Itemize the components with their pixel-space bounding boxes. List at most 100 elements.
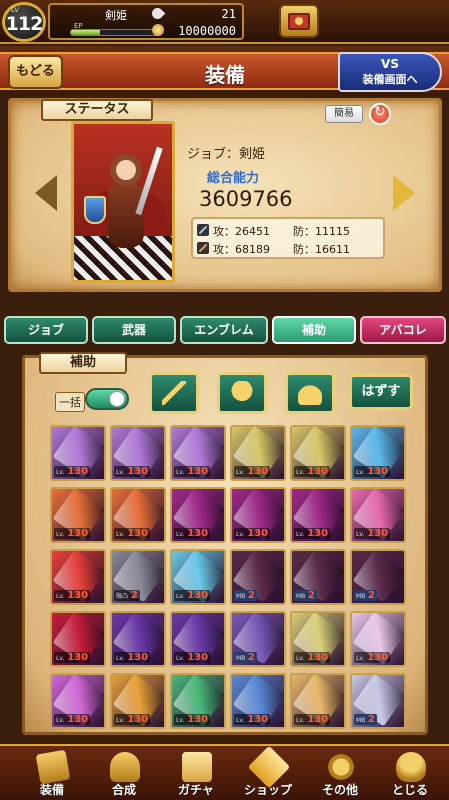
level-badge: Lv. 130 bbox=[114, 466, 151, 477]
support-item-slot[interactable]: Lv. 130 bbox=[170, 487, 226, 543]
nav-other[interactable]: その他 bbox=[308, 750, 372, 798]
simple-view-button[interactable]: 簡易 bbox=[325, 105, 363, 123]
support-item-slot[interactable]: MB 2 bbox=[290, 549, 346, 605]
status-panel: ステータス 簡易 ジョブ：剣姫 総合能力 3609766 攻：26451 防：1… bbox=[8, 98, 442, 292]
badge-value: 130 bbox=[127, 466, 149, 477]
tab-emblem[interactable]: エンブレム bbox=[180, 316, 268, 344]
badge-prefix: Lv. bbox=[116, 655, 125, 662]
support-item-slot[interactable]: Lv. 130 bbox=[290, 425, 346, 481]
next-character-arrow[interactable] bbox=[393, 175, 415, 211]
nav-forge[interactable]: 合成 bbox=[92, 750, 156, 798]
toggle-knob bbox=[109, 391, 125, 407]
level-badge: Lv. 130 bbox=[174, 714, 211, 725]
support-item-slot[interactable]: Lv. 130 bbox=[50, 673, 106, 729]
support-item-slot[interactable]: Lv. 130 bbox=[350, 487, 406, 543]
badge-prefix: Lv. bbox=[56, 655, 65, 662]
back-button[interactable]: もどる bbox=[8, 55, 63, 89]
hammer-icon bbox=[110, 752, 140, 782]
character-body bbox=[108, 184, 144, 248]
level-badge: Lv. 130 bbox=[114, 528, 151, 539]
tab-avatar-collection[interactable]: アバコレ bbox=[360, 316, 446, 344]
support-section-label: 補助 bbox=[39, 352, 127, 374]
level-value: 112 bbox=[5, 13, 44, 35]
character-portrait[interactable] bbox=[71, 121, 175, 283]
badge-prefix: Lv. bbox=[176, 717, 185, 724]
tab-support[interactable]: 補助 bbox=[272, 316, 356, 344]
badge-prefix: Lv. bbox=[176, 531, 185, 538]
level-badge: Lv. 130 bbox=[174, 466, 211, 477]
stats-box: 攻：26451 防：11115 攻：68189 防：16611 bbox=[191, 217, 385, 259]
level-badge: Lv. 130 bbox=[54, 590, 91, 601]
badge-prefix: Lv. bbox=[176, 593, 185, 600]
badge-prefix: Lv. bbox=[116, 469, 125, 476]
nav-shop[interactable]: ショップ bbox=[236, 745, 300, 798]
support-item-slot[interactable]: Lv. 130 bbox=[110, 487, 166, 543]
support-item-slot[interactable]: MB 2 bbox=[230, 549, 286, 605]
nav-gacha-label: ガチャ bbox=[178, 783, 214, 797]
mb-badge: MB 2 bbox=[234, 652, 257, 663]
badge-value: 130 bbox=[127, 652, 149, 663]
magic-stat-row: 攻：68189 防：16611 bbox=[197, 239, 383, 256]
physical-attack-icon bbox=[197, 224, 209, 236]
badge-value: 130 bbox=[307, 466, 329, 477]
refresh-icon[interactable] bbox=[369, 103, 391, 125]
equipment-tabs: ジョブ 武器 エンブレム 補助 アバコレ bbox=[0, 316, 449, 346]
support-item-slot[interactable]: Lv. 130 bbox=[290, 673, 346, 729]
badge-value: 130 bbox=[247, 466, 269, 477]
support-item-slot[interactable]: Lv. 130 bbox=[290, 487, 346, 543]
stamina-value: 21 bbox=[221, 7, 236, 21]
support-item-slot[interactable]: Lv. 130 bbox=[50, 487, 106, 543]
level-badge: LV 112 bbox=[2, 2, 46, 42]
level-badge: Lv. 130 bbox=[174, 528, 211, 539]
support-item-slot[interactable]: Lv. 130 bbox=[170, 673, 226, 729]
quest-book-button[interactable] bbox=[279, 4, 319, 38]
support-item-slot[interactable]: Lv. 130 bbox=[170, 611, 226, 667]
filter-weapon-button[interactable] bbox=[149, 372, 199, 414]
support-item-slot[interactable]: Lv. 130 bbox=[110, 425, 166, 481]
remove-button[interactable]: はずす bbox=[349, 374, 413, 410]
gacha-icon bbox=[182, 752, 212, 782]
tab-weapon[interactable]: 武器 bbox=[92, 316, 176, 344]
filter-helmet-button[interactable] bbox=[285, 372, 335, 414]
support-item-slot[interactable]: MB 2 bbox=[350, 549, 406, 605]
badge-prefix: Lv. bbox=[56, 531, 65, 538]
bulk-label: 一括 bbox=[55, 392, 85, 412]
support-item-slot[interactable]: MB 2 bbox=[230, 611, 286, 667]
level-badge: Lv. 130 bbox=[174, 652, 211, 663]
support-item-slot[interactable]: Lv. 130 bbox=[110, 611, 166, 667]
badge-prefix: Lv. bbox=[236, 717, 245, 724]
support-item-slot[interactable]: Lv. 130 bbox=[350, 611, 406, 667]
support-item-slot[interactable]: Lv. 130 bbox=[50, 611, 106, 667]
support-item-slot[interactable]: Lv. 130 bbox=[230, 487, 286, 543]
support-item-slot[interactable]: Lv. 130 bbox=[50, 549, 106, 605]
level-badge: Lv. 130 bbox=[294, 714, 331, 725]
bottom-navigation: 装備 合成 ガチャ ショップ その他 とじる bbox=[0, 744, 449, 800]
nav-close[interactable]: とじる bbox=[378, 750, 442, 798]
support-item-slot[interactable]: Lv. 130 bbox=[170, 425, 226, 481]
nav-equip[interactable]: 装備 bbox=[20, 749, 84, 798]
nav-gacha[interactable]: ガチャ bbox=[164, 750, 228, 798]
vs-equipment-button[interactable]: VS 装備画面へ bbox=[338, 52, 442, 92]
badge-value: 130 bbox=[67, 466, 89, 477]
support-item-slot[interactable]: Lv. 130 bbox=[230, 425, 286, 481]
nav-equip-label: 装備 bbox=[39, 783, 64, 797]
support-item-slot[interactable]: Lv. 130 bbox=[170, 549, 226, 605]
nav-close-label: とじる bbox=[391, 783, 428, 797]
support-item-slot[interactable]: Lv. 130 bbox=[50, 425, 106, 481]
filter-armor-button[interactable] bbox=[217, 372, 267, 414]
support-item-slot[interactable]: Lv. 130 bbox=[290, 611, 346, 667]
support-item-slot[interactable]: 限凸 2 bbox=[110, 549, 166, 605]
bulk-toggle[interactable] bbox=[85, 388, 129, 410]
player-name: 剣姫 bbox=[105, 9, 127, 22]
mb-badge: MB 2 bbox=[354, 590, 377, 601]
support-item-slot[interactable]: Lv. 130 bbox=[110, 673, 166, 729]
armor-icon bbox=[230, 381, 254, 405]
level-badge: Lv. 130 bbox=[294, 466, 331, 477]
tab-job[interactable]: ジョブ bbox=[4, 316, 88, 344]
support-item-slot[interactable]: MB 2 bbox=[350, 673, 406, 729]
badge-prefix: Lv. bbox=[356, 655, 365, 662]
prev-character-arrow[interactable] bbox=[35, 175, 57, 211]
support-item-slot[interactable]: Lv. 130 bbox=[230, 673, 286, 729]
badge-prefix: Lv. bbox=[56, 717, 65, 724]
support-item-slot[interactable]: Lv. 130 bbox=[350, 425, 406, 481]
